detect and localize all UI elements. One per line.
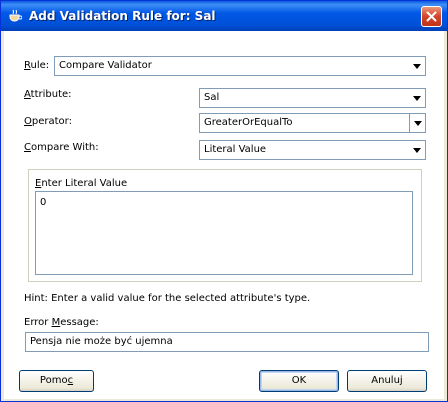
attribute-value: Sal xyxy=(204,92,220,103)
title-bar[interactable]: Add Validation Rule for: Sal xyxy=(1,1,447,31)
error-message-label: Error Message: xyxy=(24,317,99,328)
compare-with-label: Compare With: xyxy=(24,142,99,153)
help-button[interactable]: Pomoc xyxy=(19,370,94,392)
rule-label: Rule: xyxy=(24,60,50,71)
operator-value: GreaterOrEqualTo xyxy=(204,117,293,128)
chevron-down-icon xyxy=(414,121,422,126)
chevron-down-icon xyxy=(413,96,421,101)
ok-button[interactable]: OK xyxy=(259,370,339,392)
hint-text: Hint: Enter a valid value for the select… xyxy=(24,293,311,304)
compare-with-select[interactable]: Literal Value xyxy=(199,140,426,160)
literal-value-text: 0 xyxy=(40,197,47,208)
attribute-label: Attribute: xyxy=(24,89,72,100)
operator-dropdown-button[interactable] xyxy=(409,114,425,132)
close-button[interactable] xyxy=(421,6,442,27)
literal-value-textarea[interactable]: 0 xyxy=(35,191,413,275)
literal-value-label: Enter Literal Value xyxy=(35,178,128,189)
close-icon xyxy=(426,11,437,22)
attribute-select[interactable]: Sal xyxy=(199,88,426,108)
rule-value: Compare Validator xyxy=(59,60,152,71)
chevron-down-icon xyxy=(413,64,421,69)
cancel-button[interactable]: Anuluj xyxy=(347,370,427,392)
rule-select[interactable]: Compare Validator xyxy=(54,56,426,76)
window-title: Add Validation Rule for: Sal xyxy=(29,9,216,23)
operator-label: Operator: xyxy=(24,116,72,127)
operator-combobox[interactable]: GreaterOrEqualTo xyxy=(199,113,426,133)
dialog-window: Add Validation Rule for: Sal Rule: Compa… xyxy=(0,0,448,402)
error-message-input[interactable]: Pensja nie może być ujemna xyxy=(25,332,429,352)
error-message-value: Pensja nie może być ujemna xyxy=(30,336,173,347)
compare-with-value: Literal Value xyxy=(204,144,267,155)
jdeveloper-cup-icon xyxy=(9,9,22,22)
chevron-down-icon xyxy=(413,148,421,153)
